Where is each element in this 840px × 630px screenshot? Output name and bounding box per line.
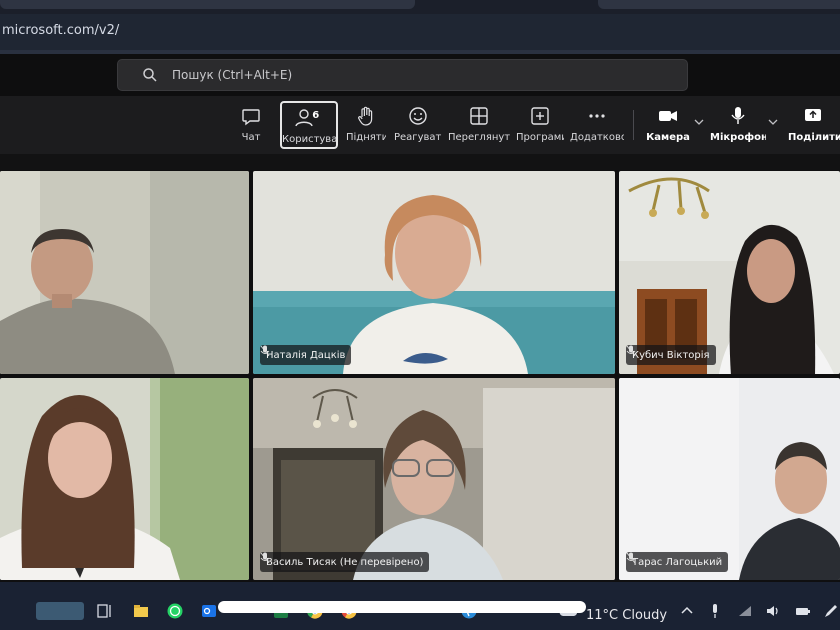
- share-button[interactable]: Поділитися: [786, 101, 840, 149]
- react-button[interactable]: Реагувати: [394, 101, 442, 149]
- chevron-down-icon[interactable]: [694, 118, 704, 126]
- emoji-icon: [409, 107, 427, 125]
- chat-label: Чат: [241, 132, 261, 143]
- video-tile[interactable]: Тарас Лагоцький: [619, 378, 840, 580]
- microphone-muted-icon: [626, 552, 636, 564]
- toolbar-separator: [633, 110, 634, 140]
- video-tile[interactable]: Наталія Дацків: [253, 171, 615, 374]
- participant-nameplate: Василь Тисяк (Не перевірено): [260, 552, 430, 572]
- gallery-margin: [0, 154, 840, 170]
- outlook-icon[interactable]: [200, 602, 218, 620]
- browser-tab-strip: [0, 0, 840, 14]
- search-input[interactable]: Пошук (Ctrl+Alt+E): [117, 59, 688, 91]
- participant-name: Наталія Дацків: [266, 349, 346, 361]
- video-feed: [253, 378, 615, 580]
- camera-label: Камера: [646, 132, 690, 143]
- raise-hand-icon: [358, 106, 373, 126]
- more-label: Додатково: [570, 132, 624, 143]
- more-icon: [589, 114, 605, 118]
- view-label: Переглянути: [448, 132, 510, 143]
- participant-name: Тарас Лагоцький: [632, 556, 723, 568]
- microphone-label: Мікрофон: [710, 132, 766, 143]
- task-view-icon[interactable]: [96, 602, 114, 620]
- video-tile[interactable]: Василь Тисяк (Не перевірено): [253, 378, 615, 580]
- video-tile[interactable]: [0, 378, 249, 580]
- chevron-down-icon[interactable]: [768, 118, 778, 126]
- participant-name: Василь Тисяк (Не перевірено): [266, 556, 424, 568]
- browser-tab[interactable]: [598, 0, 840, 9]
- share-label: Поділитися: [788, 132, 840, 143]
- grid-view-icon: [470, 107, 488, 125]
- microphone-button[interactable]: Мікрофон: [710, 101, 766, 149]
- chat-icon: [242, 109, 260, 126]
- react-label: Реагувати: [394, 132, 442, 143]
- volume-icon[interactable]: [764, 602, 782, 620]
- video-tile[interactable]: Кубич Вікторія: [619, 171, 840, 374]
- apps-button[interactable]: Програми: [516, 101, 564, 149]
- network-icon[interactable]: [736, 602, 754, 620]
- url-text[interactable]: microsoft.com/v2/: [2, 23, 119, 38]
- add-app-icon: [531, 107, 549, 125]
- apps-label: Програми: [516, 132, 564, 143]
- widget-icon[interactable]: [36, 602, 84, 620]
- teams-header: Пошук (Ctrl+Alt+E): [0, 54, 840, 96]
- participant-nameplate: Наталія Дацків: [260, 345, 352, 365]
- microphone-muted-icon: [260, 345, 270, 357]
- camera-icon: [659, 111, 677, 121]
- browser-tab[interactable]: [0, 0, 415, 9]
- video-feed: [253, 171, 615, 374]
- pen-icon[interactable]: [822, 602, 840, 620]
- weather-text: 11°C Cloudy: [586, 608, 668, 623]
- camera-button[interactable]: Камера: [646, 101, 690, 149]
- participant-nameplate: Тарас Лагоцький: [626, 552, 729, 572]
- video-feed: [0, 378, 249, 580]
- participant-nameplate: Кубич Вікторія: [626, 345, 716, 365]
- people-button[interactable]: 6 Користувачі: [280, 101, 338, 149]
- whatsapp-icon[interactable]: [166, 602, 184, 620]
- raise-hand-button[interactable]: Підняти: [346, 101, 386, 149]
- participant-name: Кубич Вікторія: [632, 349, 710, 361]
- file-explorer-icon[interactable]: [132, 602, 150, 620]
- chevron-up-icon[interactable]: [678, 602, 696, 620]
- teams-meeting-window: microsoft.com/v2/ Пошук (Ctrl+Alt+E) Чат…: [0, 0, 840, 630]
- share-screen-icon: [805, 109, 821, 121]
- microphone-icon: [731, 107, 745, 124]
- meeting-toolbar: Чат 6 Користувачі Підняти Реагувати Пере…: [0, 96, 840, 154]
- search-placeholder: Пошук (Ctrl+Alt+E): [172, 68, 293, 82]
- address-bar[interactable]: microsoft.com/v2/: [0, 14, 840, 50]
- raise-hand-label: Підняти: [346, 132, 386, 143]
- people-count-badge: 6: [312, 110, 320, 121]
- video-tile[interactable]: [0, 171, 249, 374]
- people-label: Користувачі: [282, 134, 336, 145]
- battery-icon[interactable]: [794, 602, 812, 620]
- view-button[interactable]: Переглянути: [448, 101, 510, 149]
- video-feed: [0, 171, 249, 374]
- search-icon: [143, 68, 157, 82]
- microphone-muted-icon: [626, 345, 636, 357]
- microphone-icon[interactable]: [706, 602, 724, 620]
- more-button[interactable]: Додатково: [570, 101, 624, 149]
- video-feed: [619, 378, 840, 580]
- video-feed: [619, 171, 840, 374]
- microphone-muted-icon: [260, 552, 270, 564]
- screen-share-bar[interactable]: [218, 601, 586, 613]
- chat-button[interactable]: Чат: [234, 101, 268, 149]
